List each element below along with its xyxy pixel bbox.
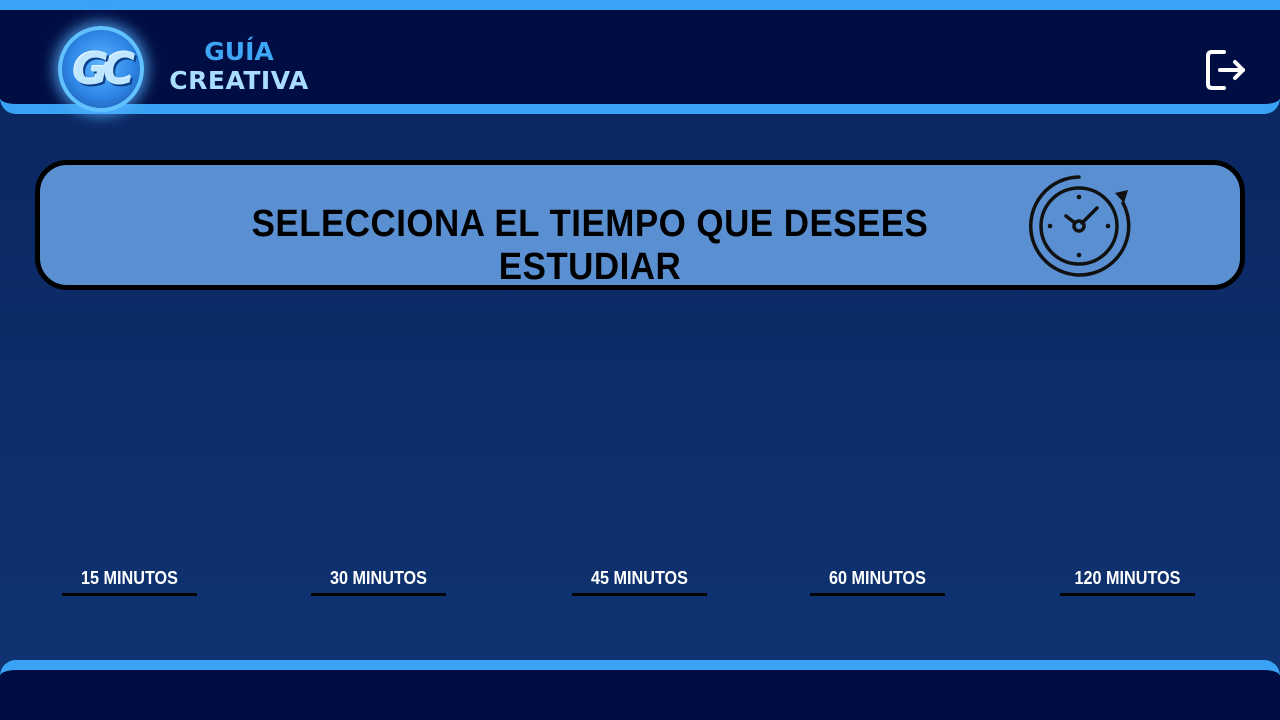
logout-button[interactable] xyxy=(1204,48,1248,92)
time-option-label: 45 MINUTOS xyxy=(591,568,688,588)
brand-name: GUÍA CREATIVA xyxy=(160,38,318,96)
logout-icon xyxy=(1206,50,1245,90)
time-option-120[interactable]: 120 MINUTOS xyxy=(1060,566,1195,596)
stopwatch-icon xyxy=(1028,175,1131,277)
time-option-label: 30 MINUTOS xyxy=(330,568,427,588)
gc-logo-icon: GC xyxy=(58,26,144,112)
footer-bar xyxy=(0,660,1280,720)
time-option-30[interactable]: 30 MINUTOS xyxy=(311,566,446,596)
time-option-45[interactable]: 45 MINUTOS xyxy=(572,566,707,596)
time-option-label: 120 MINUTOS xyxy=(1074,568,1181,588)
brand-line-1: GUÍA xyxy=(204,37,274,66)
time-option-label: 15 MINUTOS xyxy=(81,568,178,588)
option-underline xyxy=(810,593,945,596)
instruction-banner: SELECCIONA EL TIEMPO QUE DESEES ESTUDIAR xyxy=(35,160,1245,290)
brand-line-2: CREATIVA xyxy=(169,66,309,95)
time-option-15[interactable]: 15 MINUTOS xyxy=(62,566,197,596)
banner-title: SELECCIONA EL TIEMPO QUE DESEES ESTUDIAR xyxy=(251,203,929,288)
option-underline xyxy=(62,593,197,596)
option-underline xyxy=(572,593,707,596)
option-underline xyxy=(311,593,446,596)
time-option-60[interactable]: 60 MINUTOS xyxy=(810,566,945,596)
header-bar: GC GUÍA CREATIVA xyxy=(0,0,1280,114)
logo-letters: GC xyxy=(72,43,135,95)
option-underline xyxy=(1060,593,1195,596)
time-option-label: 60 MINUTOS xyxy=(829,568,926,588)
